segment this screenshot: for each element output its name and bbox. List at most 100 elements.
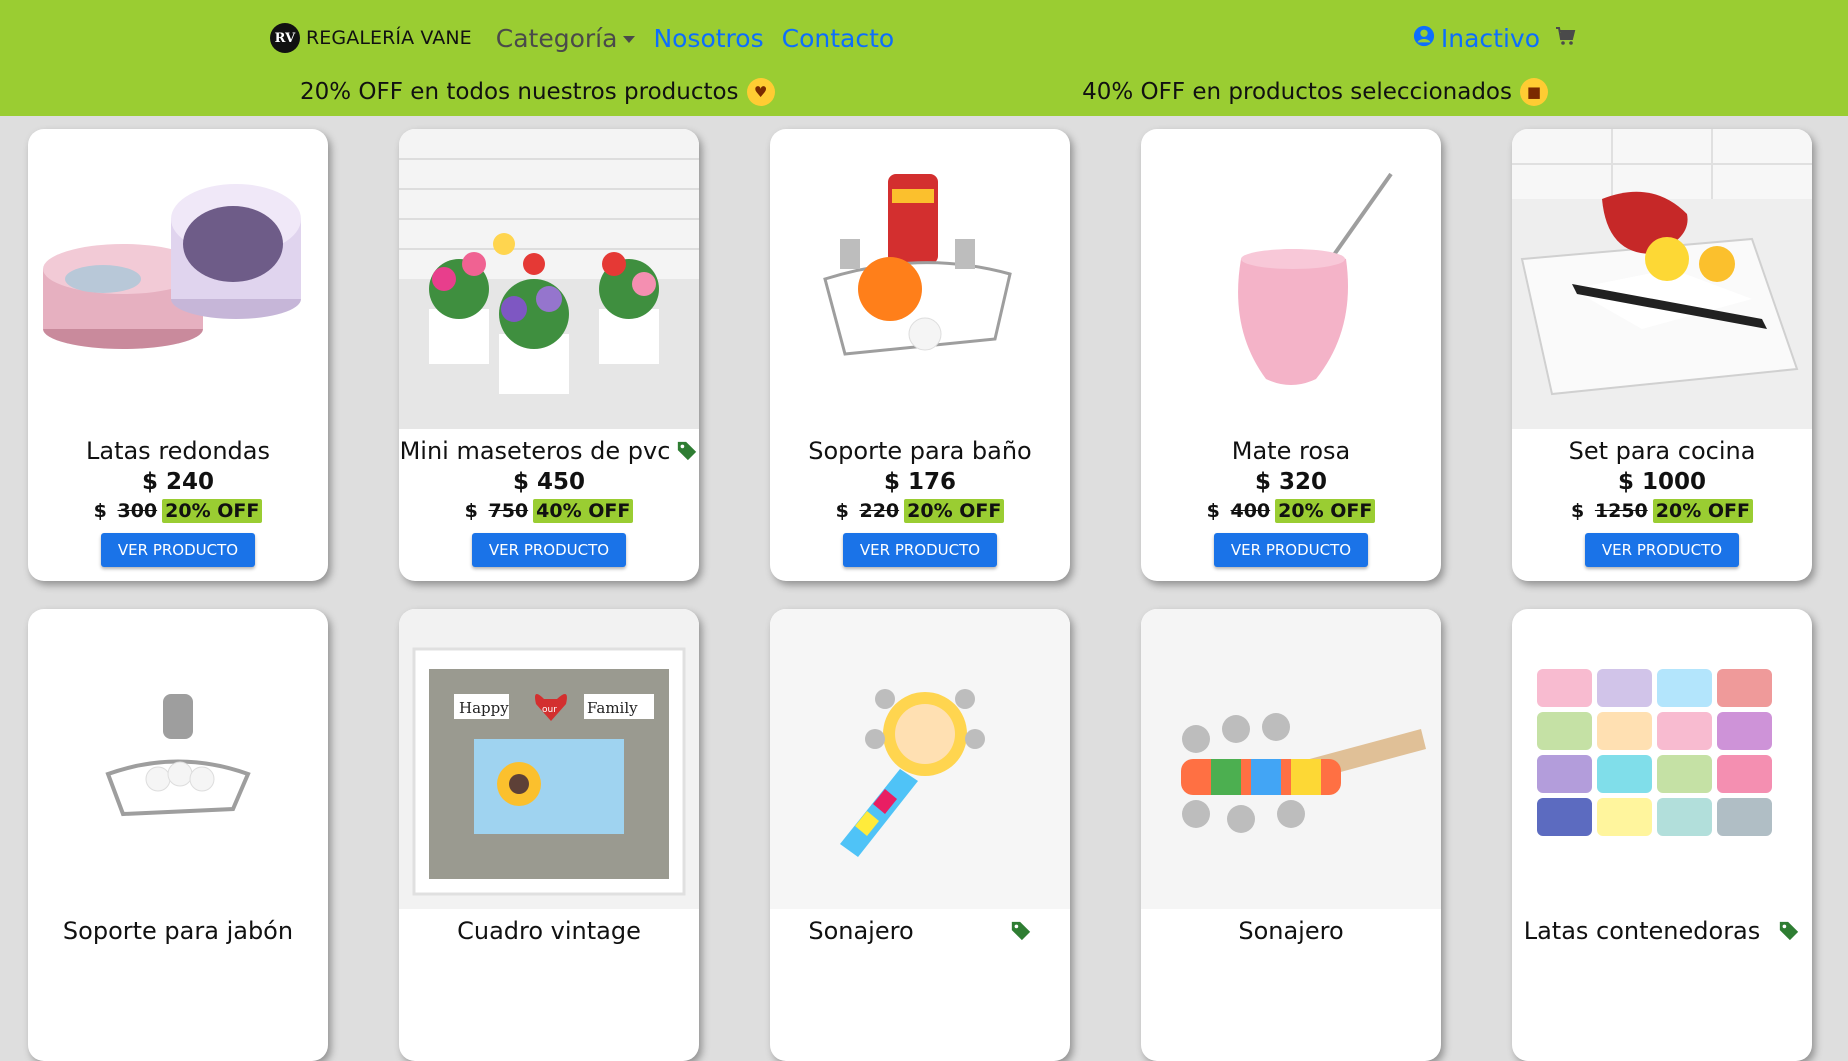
view-product-button[interactable]: VER PRODUCTO — [100, 533, 256, 567]
product-name: Soporte para jabón — [62, 917, 294, 945]
product-old-price: $ 1250 20% OFF — [1512, 499, 1812, 523]
top-navbar: RV REGALERÍA VANE Categoría Nosotros Con… — [0, 0, 1848, 116]
product-card-body: Soporte para jabón — [28, 909, 328, 945]
product-card[interactable]: Soporte para baño $ 176 $ 220 20% OFF VE… — [770, 129, 1070, 581]
tag-icon — [1010, 920, 1032, 942]
product-image[interactable] — [770, 609, 1070, 909]
product-card-body: Set para cocina $ 1000 $ 1250 20% OFF VE… — [1512, 429, 1812, 567]
product-card-body: Sonajero — [1141, 909, 1441, 945]
view-product-button[interactable]: VER PRODUCTO — [471, 533, 627, 567]
promo-left: 20% OFF en todos nuestros productos ♥ — [300, 78, 775, 106]
product-card-body: Mate rosa $ 320 $ 400 20% OFF VER PRODUC… — [1141, 429, 1441, 567]
brand-logo: RV — [270, 23, 300, 53]
promo-right: 40% OFF en productos seleccionados ■ — [1082, 78, 1548, 106]
promo-left-text: 20% OFF en todos nuestros productos — [300, 79, 739, 105]
product-name: Sonajero — [808, 917, 914, 945]
category-dropdown[interactable]: Categoría — [496, 24, 636, 53]
product-title: Mini maseteros de pvc — [399, 437, 699, 465]
promo-right-text: 40% OFF en productos seleccionados — [1082, 79, 1512, 105]
old-value: 1250 — [1594, 500, 1648, 522]
product-price: $ 1000 — [1617, 469, 1707, 495]
old-currency: $ — [835, 500, 849, 522]
product-title: Cuadro vintage — [399, 917, 699, 945]
product-name: Latas redondas — [85, 437, 270, 465]
product-image[interactable] — [1512, 129, 1812, 429]
product-title: Soporte para baño — [770, 437, 1070, 465]
product-card[interactable]: Set para cocina $ 1000 $ 1250 20% OFF VE… — [1512, 129, 1812, 581]
old-value: 400 — [1230, 500, 1271, 522]
nav-about[interactable]: Nosotros — [653, 24, 763, 53]
promo-row: 20% OFF en todos nuestros productos ♥ 40… — [300, 72, 1548, 112]
product-old-price: $ 300 20% OFF — [28, 499, 328, 523]
old-currency: $ — [1206, 500, 1220, 522]
discount-badge: 40% OFF — [533, 499, 634, 523]
heart-eyes-emoji-icon: ♥ — [746, 78, 775, 106]
sunglasses-emoji-icon: ■ — [1520, 78, 1548, 106]
product-image[interactable] — [1141, 129, 1441, 429]
cart-icon — [1554, 24, 1578, 52]
product-old-price: $ 220 20% OFF — [770, 499, 1070, 523]
product-name: Sonajero — [1238, 917, 1344, 945]
product-title: Sonajero — [770, 917, 1070, 945]
old-value: 220 — [859, 500, 900, 522]
user-circle-icon — [1413, 24, 1435, 53]
nav-contact[interactable]: Contacto — [782, 24, 895, 53]
old-value: 300 — [117, 500, 158, 522]
product-image[interactable] — [1141, 609, 1441, 909]
product-title: Soporte para jabón — [28, 917, 328, 945]
brand-link[interactable]: RV REGALERÍA VANE — [270, 23, 472, 53]
product-card[interactable]: Sonajero — [770, 609, 1070, 1061]
product-name: Latas contenedoras — [1523, 917, 1761, 945]
product-price: $ 450 — [512, 469, 586, 495]
product-image[interactable] — [1512, 609, 1812, 909]
old-currency: $ — [1571, 500, 1585, 522]
product-image[interactable] — [28, 129, 328, 429]
product-image[interactable] — [770, 129, 1070, 429]
product-title: Latas redondas — [28, 437, 328, 465]
product-card[interactable]: Sonajero — [1141, 609, 1441, 1061]
tag-icon — [676, 440, 698, 462]
old-value: 750 — [488, 500, 529, 522]
product-card[interactable]: Latas contenedoras — [1512, 609, 1812, 1061]
product-name: Cuadro vintage — [457, 917, 641, 945]
product-card-body: Soporte para baño $ 176 $ 220 20% OFF VE… — [770, 429, 1070, 567]
user-status-label: Inactivo — [1440, 23, 1540, 53]
product-image[interactable] — [399, 129, 699, 429]
product-card[interactable]: Mate rosa $ 320 $ 400 20% OFF VER PRODUC… — [1141, 129, 1441, 581]
brand-name: REGALERÍA VANE — [306, 27, 472, 49]
product-card-body: Latas contenedoras — [1512, 909, 1812, 945]
product-card-body: Mini maseteros de pvc $ 450 $ 750 40% OF… — [399, 429, 699, 567]
view-product-button[interactable]: VER PRODUCTO — [1584, 533, 1740, 567]
frame-label-right: Family — [587, 699, 638, 717]
old-currency: $ — [464, 500, 478, 522]
product-price: $ 176 — [883, 469, 957, 495]
product-card[interactable]: Happy Family our Cuadro vintage — [399, 609, 699, 1061]
view-product-button[interactable]: VER PRODUCTO — [842, 533, 998, 567]
user-status-link[interactable]: Inactivo — [1413, 24, 1540, 53]
product-image[interactable] — [28, 609, 328, 909]
discount-badge: 20% OFF — [1275, 499, 1376, 523]
cart-button[interactable] — [1554, 24, 1578, 52]
product-card-body: Latas redondas $ 240 $ 300 20% OFF VER P… — [28, 429, 328, 567]
product-card[interactable]: Mini maseteros de pvc $ 450 $ 750 40% OF… — [399, 129, 699, 581]
product-card[interactable]: Latas redondas $ 240 $ 300 20% OFF VER P… — [28, 129, 328, 581]
view-product-button[interactable]: VER PRODUCTO — [1213, 533, 1369, 567]
discount-badge: 20% OFF — [904, 499, 1005, 523]
product-title: Latas contenedoras — [1512, 917, 1812, 945]
nav-right: Inactivo — [1413, 24, 1578, 53]
product-title: Sonajero — [1141, 917, 1441, 945]
product-image[interactable]: Happy Family our — [399, 609, 699, 909]
frame-label-left: Happy — [459, 699, 509, 717]
product-name: Set para cocina — [1568, 437, 1756, 465]
product-title: Mate rosa — [1141, 437, 1441, 465]
product-card-body: Cuadro vintage — [399, 909, 699, 945]
tag-icon — [1778, 920, 1800, 942]
product-title: Set para cocina — [1512, 437, 1812, 465]
product-old-price: $ 750 40% OFF — [399, 499, 699, 523]
product-card-body: Sonajero — [770, 909, 1070, 945]
category-label: Categoría — [495, 23, 618, 53]
product-card[interactable]: Soporte para jabón — [28, 609, 328, 1061]
product-old-price: $ 400 20% OFF — [1141, 499, 1441, 523]
nav-row: RV REGALERÍA VANE Categoría Nosotros Con… — [270, 18, 1578, 58]
discount-badge: 20% OFF — [1652, 499, 1753, 523]
